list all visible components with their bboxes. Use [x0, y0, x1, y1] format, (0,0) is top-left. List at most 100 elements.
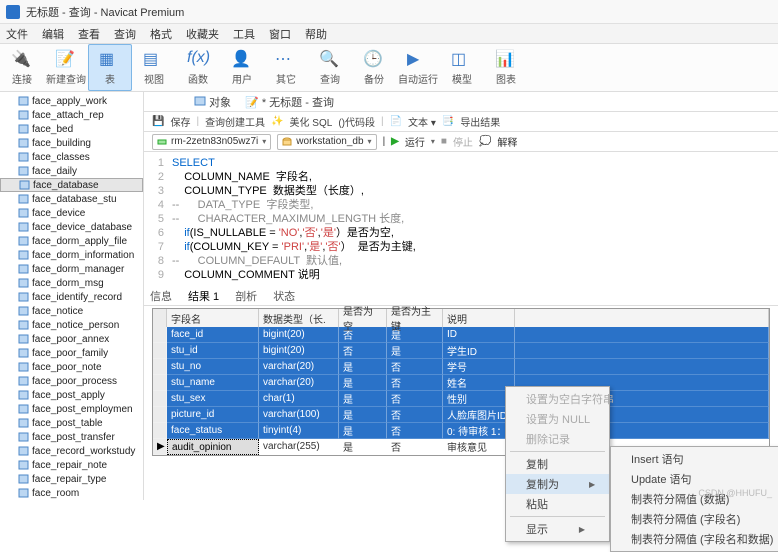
menu-文件[interactable]: 文件 [6, 26, 28, 42]
table-row[interactable]: face_statustinyint(4)是否0: 待审核 1：已通过 [153, 423, 769, 439]
tree-item-face_database[interactable]: face_database [0, 178, 143, 192]
grid-cell[interactable]: 否 [387, 391, 443, 407]
context-menu[interactable]: 设置为空白字符串 设置为 NULL 删除记录 复制 复制为▶ 粘贴 显示▶ [505, 386, 610, 542]
save-button[interactable]: 保存 [170, 114, 190, 129]
grid-cell[interactable]: face_id [167, 327, 259, 343]
tree-item-face_post_transfer[interactable]: face_post_transfer [0, 430, 143, 444]
grid-cell[interactable]: 是 [339, 375, 387, 391]
tree-item-face_device[interactable]: face_device [0, 206, 143, 220]
context-submenu-copy-as[interactable]: Insert 语句Update 语句制表符分隔值 (数据)制表符分隔值 (字段名… [610, 446, 778, 552]
grid-cell[interactable]: 是 [339, 423, 387, 439]
ctx-sub-制表符分隔值 (字段名和数据)[interactable]: 制表符分隔值 (字段名和数据) [611, 529, 778, 549]
export-result-button[interactable]: 导出结果 [460, 114, 500, 129]
grid-header-1[interactable]: 字段名 [167, 309, 259, 327]
toolbar-chart-button[interactable]: 📊 图表 [484, 44, 528, 91]
menu-编辑[interactable]: 编辑 [42, 26, 64, 42]
tree-item-face_classes[interactable]: face_classes [0, 150, 143, 164]
grid-cell[interactable]: 是 [339, 407, 387, 423]
tree-item-face_repair_type[interactable]: face_repair_type [0, 472, 143, 486]
toolbar-fx-button[interactable]: f(x) 函数 [176, 44, 220, 91]
table-row[interactable]: face_idbigint(20)否是ID [153, 327, 769, 343]
ctx-sub-Update 语句[interactable]: Update 语句 [611, 469, 778, 489]
explain-button[interactable]: 解释 [497, 134, 517, 149]
table-row[interactable]: stu_novarchar(20)是否学号 [153, 359, 769, 375]
tree-item-face_apply_work[interactable]: face_apply_work [0, 94, 143, 108]
tree-item-face_daily[interactable]: face_daily [0, 164, 143, 178]
tree-item-face_dorm_manager[interactable]: face_dorm_manager [0, 262, 143, 276]
toolbar-user-button[interactable]: 👤 用户 [220, 44, 264, 91]
text-dropdown[interactable]: 文本 ▾ [408, 114, 436, 129]
menu-查询[interactable]: 查询 [114, 26, 136, 42]
grid-cell[interactable]: face_status [167, 423, 259, 439]
toolbar-auto-button[interactable]: ▶ 自动运行 [396, 44, 440, 91]
grid-cell[interactable]: varchar(20) [259, 375, 339, 391]
menu-格式[interactable]: 格式 [150, 26, 172, 42]
stop-button[interactable]: 停止 [453, 134, 473, 149]
grid-cell[interactable]: stu_no [167, 359, 259, 375]
table-row[interactable]: picture_idvarchar(100)是否人脸库图片ID [153, 407, 769, 423]
grid-cell[interactable]: 否 [387, 439, 443, 455]
grid-cell[interactable]: tinyint(4) [259, 423, 339, 439]
tree-item-face_record_workstudy[interactable]: face_record_workstudy [0, 444, 143, 458]
document-tabs[interactable]: 对象 📝 * 无标题 - 查询 [144, 92, 778, 112]
grid-cell[interactable]: 是 [387, 343, 443, 359]
grid-header-3[interactable]: 是否为空 [339, 309, 387, 327]
toolbar-other-button[interactable]: ⋯ 其它 [264, 44, 308, 91]
tree-item-face_dorm_apply_file[interactable]: face_dorm_apply_file [0, 234, 143, 248]
grid-cell[interactable]: 是 [339, 359, 387, 375]
grid-cell[interactable]: 是 [387, 327, 443, 343]
tree-item-face_poor_annex[interactable]: face_poor_annex [0, 332, 143, 346]
grid-cell[interactable]: 是 [339, 391, 387, 407]
toolbar-backup-button[interactable]: 🕒 备份 [352, 44, 396, 91]
grid-cell[interactable]: ID [443, 327, 515, 343]
sql-editor[interactable]: 1 2 3 4 5 6 7 8 9SELECT COLUMN_NAME 字段名,… [144, 152, 778, 286]
tree-item-face_post_table[interactable]: face_post_table [0, 416, 143, 430]
database-select[interactable]: workstation_db▾ [277, 134, 376, 150]
tree-item-face_notice_person[interactable]: face_notice_person [0, 318, 143, 332]
grid-cell[interactable]: 否 [387, 375, 443, 391]
menu-工具[interactable]: 工具 [233, 26, 255, 42]
grid-cell[interactable]: varchar(255) [259, 439, 339, 455]
grid-cell[interactable]: 是 [339, 439, 387, 455]
toolbar-model-button[interactable]: ◫ 模型 [440, 44, 484, 91]
grid-cell[interactable]: varchar(20) [259, 359, 339, 375]
menu-收藏夹[interactable]: 收藏夹 [186, 26, 219, 42]
tree-item-face_identify_record[interactable]: face_identify_record [0, 290, 143, 304]
tab-objects[interactable]: 对象 [194, 94, 231, 110]
grid-cell[interactable]: bigint(20) [259, 327, 339, 343]
grid-cell[interactable]: stu_sex [167, 391, 259, 407]
tree-item-face_database_stu[interactable]: face_database_stu [0, 192, 143, 206]
grid-cell[interactable]: char(1) [259, 391, 339, 407]
grid-cell[interactable]: 学生ID [443, 343, 515, 359]
tree-item-face_repair_note[interactable]: face_repair_note [0, 458, 143, 472]
toolbar-query-button[interactable]: 🔍 查询 [308, 44, 352, 91]
ctx-sub-制表符分隔值 (字段名)[interactable]: 制表符分隔值 (字段名) [611, 509, 778, 529]
object-tree[interactable]: face_apply_work face_attach_rep face_bed… [0, 92, 144, 500]
grid-cell[interactable]: 否 [339, 343, 387, 359]
ctx-复制为[interactable]: 复制为▶ [506, 474, 609, 494]
grid-cell[interactable]: varchar(100) [259, 407, 339, 423]
menu-帮助[interactable]: 帮助 [305, 26, 327, 42]
beautify-sql-button[interactable]: 美化 SQL [290, 114, 333, 129]
menu-bar[interactable]: 文件编辑查看查询格式收藏夹工具窗口帮助 [0, 24, 778, 44]
grid-cell[interactable]: stu_id [167, 343, 259, 359]
tab-query[interactable]: 📝 * 无标题 - 查询 [245, 94, 334, 110]
tree-item-face_post_apply[interactable]: face_post_apply [0, 388, 143, 402]
result-tabs[interactable]: 信息结果 1剖析状态 [144, 286, 778, 306]
ctx-粘贴[interactable]: 粘贴 [506, 494, 609, 514]
tree-item-face_bed[interactable]: face_bed [0, 122, 143, 136]
run-button[interactable]: 运行 [405, 134, 425, 149]
tree-item-face_device_database[interactable]: face_device_database [0, 220, 143, 234]
grid-cell[interactable]: audit_opinion [167, 439, 259, 455]
toolbar-plug-button[interactable]: 🔌 连接 [0, 44, 44, 91]
grid-header-6[interactable] [515, 309, 769, 327]
toolbar-newq-button[interactable]: 📝 新建查询 [44, 44, 88, 91]
grid-cell[interactable]: 否 [387, 423, 443, 439]
result-tab-2[interactable]: 剖析 [235, 288, 257, 304]
tree-item-face_building[interactable]: face_building [0, 136, 143, 150]
grid-header-5[interactable]: 说明 [443, 309, 515, 327]
tree-item-face_dorm_msg[interactable]: face_dorm_msg [0, 276, 143, 290]
ctx-显示[interactable]: 显示▶ [506, 519, 609, 539]
ctx-复制[interactable]: 复制 [506, 454, 609, 474]
grid-cell[interactable]: bigint(20) [259, 343, 339, 359]
